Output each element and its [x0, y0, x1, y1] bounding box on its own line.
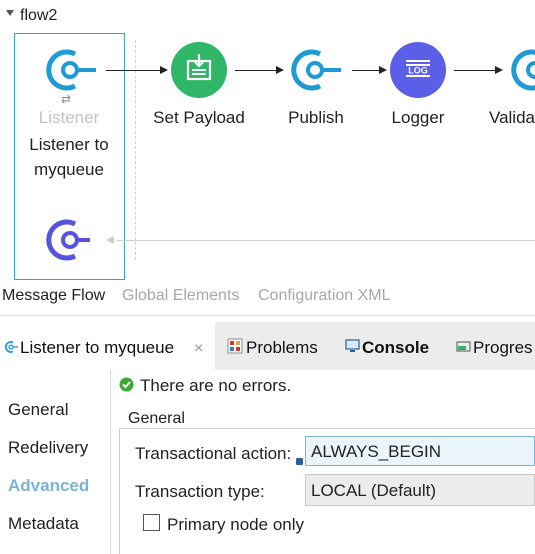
tab-global-elements[interactable]: Global Elements [122, 287, 239, 305]
panel-separator [0, 315, 535, 316]
primary-node-label: Primary node only [167, 515, 305, 534]
processor-label-publish: Publish [288, 108, 344, 127]
flow-arrow [454, 70, 496, 71]
info-icon [296, 458, 303, 465]
listener-tab-icon [5, 341, 18, 353]
flow-arrow [352, 70, 380, 71]
publish-icon[interactable] [287, 44, 343, 96]
transactional-action-input[interactable]: ALWAYS_BEGIN [305, 436, 535, 466]
listener-icon[interactable] [42, 44, 98, 96]
flow-name: flow2 [20, 7, 58, 24]
flow-return-line [117, 240, 535, 241]
flow-header[interactable]: flow2 [0, 0, 535, 30]
flow-arrow-head [495, 66, 503, 74]
validation-icon[interactable] [507, 44, 535, 96]
processor-label-set-payload: Set Payload [153, 108, 245, 127]
flow-arrow-head [160, 66, 168, 74]
problems-icon [227, 338, 243, 354]
group-border-top [119, 428, 535, 429]
listener-name-line1: Listener to [29, 135, 109, 154]
listener-name-line2: myqueue [34, 160, 104, 179]
primary-node-checkbox[interactable] [143, 514, 160, 531]
swap-icon: ⇄ [61, 92, 72, 106]
nav-divider [110, 370, 111, 554]
tab-message-flow[interactable]: Message Flow [2, 287, 105, 305]
check-icon [119, 377, 134, 392]
collapse-arrow-icon[interactable] [6, 10, 14, 16]
flow-arrow-head [276, 66, 284, 74]
flow-return-arrow-head [106, 236, 114, 244]
source-response-icon[interactable] [42, 214, 98, 266]
nav-general[interactable]: General [8, 400, 68, 420]
flow-arrow [235, 70, 277, 71]
tab-problems[interactable]: Problems [246, 338, 318, 358]
transactional-action-label: Transactional action: [135, 444, 292, 463]
nav-redelivery[interactable]: Redelivery [8, 438, 88, 458]
processor-label-logger: Logger [391, 108, 445, 127]
log-badge-text: LOG [408, 66, 428, 76]
transaction-type-label: Transaction type: [135, 482, 265, 501]
flow-arrow [106, 70, 162, 71]
tab-progress[interactable]: Progres [473, 338, 535, 358]
flow-arrow-head [379, 66, 387, 74]
nav-metadata[interactable]: Metadata [8, 514, 79, 534]
group-title-general: General [126, 410, 187, 428]
tab-console[interactable]: Console [362, 338, 429, 358]
status-message: There are no errors. [140, 376, 292, 395]
group-border-left [119, 428, 120, 554]
tab-configuration-xml[interactable]: Configuration XML [258, 287, 391, 305]
tab-listener-to-myqueue[interactable]: Listener to myqueue [20, 338, 174, 358]
source-divider [135, 40, 136, 260]
set-payload-icon[interactable] [171, 42, 227, 98]
nav-advanced[interactable]: Advanced [8, 476, 89, 496]
close-tab-icon[interactable]: × [194, 340, 203, 358]
progress-icon [456, 341, 471, 352]
transaction-type-select[interactable]: LOCAL (Default) [305, 474, 535, 506]
logger-icon[interactable]: LOG [390, 42, 446, 98]
console-icon [345, 339, 360, 352]
listener-type-label: Listener [38, 108, 100, 127]
processor-label-validation: Valida [489, 108, 535, 127]
